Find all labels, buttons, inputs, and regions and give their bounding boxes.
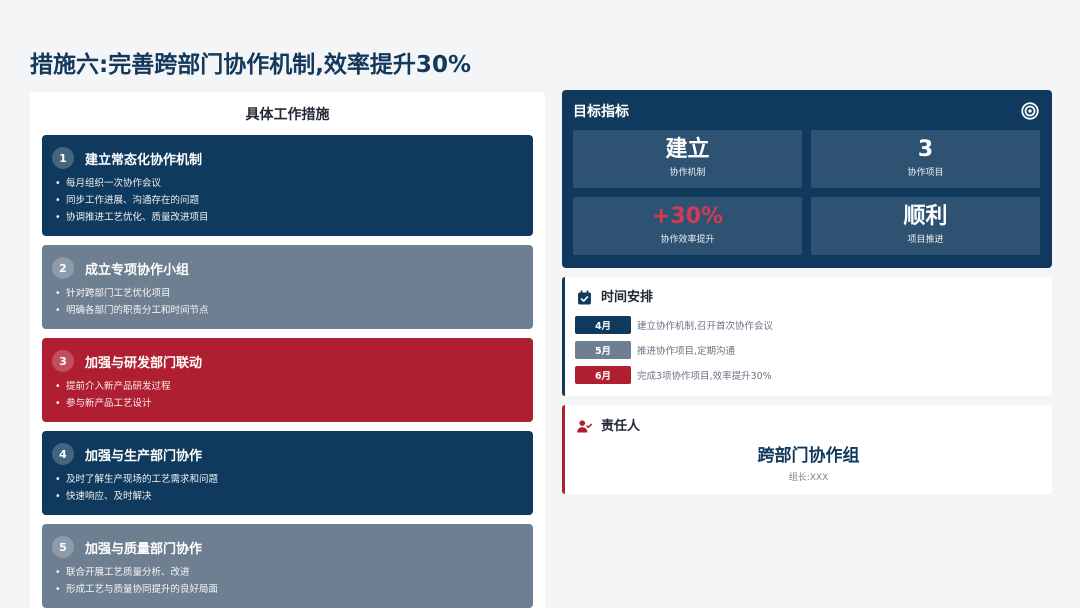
measure-number-badge: 4 (52, 443, 74, 465)
target-tile: 3 协作项目 (811, 130, 1040, 188)
month-badge: 6月 (575, 366, 631, 384)
target-value: +30% (651, 204, 724, 229)
measure-bullet: 提前介入新产品研发过程 (52, 378, 517, 395)
measure-bullet: 协调推进工艺优化、质量改进项目 (52, 209, 517, 226)
measure-bullet-list: 针对跨部门工艺优化项目 明确各部门的职责分工和时间节点 (52, 285, 517, 319)
measure-number-badge: 2 (52, 257, 74, 279)
measure-bullet-list: 每月组织一次协作会议 同步工作进展、沟通存在的问题 协调推进工艺优化、质量改进项… (52, 175, 517, 226)
target-label: 协作机制 (669, 168, 706, 178)
measure-bullet: 及时了解生产现场的工艺需求和问题 (52, 471, 517, 488)
target-value: 顺利 (903, 204, 948, 229)
owner-lead: 组长:XXX (788, 473, 829, 483)
schedule-text: 完成3项协作项目,效率提升30% (637, 371, 772, 382)
target-value: 3 (917, 137, 934, 162)
measure-bullet: 同步工作进展、沟通存在的问题 (52, 192, 517, 209)
measure-bullet-list: 联合开展工艺质量分析、改进 形成工艺与质量协同提升的良好局面 (52, 564, 517, 598)
schedule-text: 建立协作机制,召开首次协作会议 (637, 321, 774, 332)
targets-heading: 目标指标 (573, 104, 629, 120)
measure-card-5: 5 加强与质量部门协作 联合开展工艺质量分析、改进 形成工艺与质量协同提升的良好… (42, 524, 533, 608)
schedule-text: 推进协作项目,定期沟通 (637, 346, 736, 357)
measure-bullet-list: 及时了解生产现场的工艺需求和问题 快速响应、及时解决 (52, 471, 517, 505)
measure-card-1: 1 建立常态化协作机制 每月组织一次协作会议 同步工作进展、沟通存在的问题 协调… (42, 135, 533, 236)
measures-panel: 具体工作措施 1 建立常态化协作机制 每月组织一次协作会议 同步工作进展、沟通存… (30, 92, 545, 608)
measures-heading: 具体工作措施 (245, 107, 330, 123)
calendar-check-icon (577, 290, 592, 305)
measure-bullet: 明确各部门的职责分工和时间节点 (52, 302, 517, 319)
schedule-panel: 时间安排 4月 建立协作机制,召开首次协作会议 5月 推进协作项目,定期沟通 6… (562, 277, 1052, 396)
target-value: 建立 (665, 137, 710, 162)
owner-panel: 责任人 跨部门协作组 组长:XXX (562, 405, 1052, 494)
schedule-row: 4月 建立协作机制,召开首次协作会议 (575, 316, 773, 334)
target-tiles: 建立 协作机制 3 协作项目 +30% 协作效率提升 顺利 项目推进 (573, 130, 1040, 255)
measure-bullet: 快速响应、及时解决 (52, 488, 517, 505)
measure-title: 加强与质量部门协作 (85, 541, 203, 557)
month-badge: 4月 (575, 316, 631, 334)
target-icon (1021, 102, 1039, 120)
measure-card-header: 2 成立专项协作小组 (52, 257, 517, 279)
measure-card-header: 4 加强与生产部门协作 (52, 443, 517, 465)
schedule-row: 5月 推进协作项目,定期沟通 (575, 341, 773, 359)
month-badge: 5月 (575, 341, 631, 359)
measure-card-4: 4 加强与生产部门协作 及时了解生产现场的工艺需求和问题 快速响应、及时解决 (42, 431, 533, 515)
target-label: 协作效率提升 (660, 235, 715, 245)
page-title: 措施六:完善跨部门协作机制,效率提升30% (30, 52, 471, 78)
measure-bullet: 每月组织一次协作会议 (52, 175, 517, 192)
measure-card-3: 3 加强与研发部门联动 提前介入新产品研发过程 参与新产品工艺设计 (42, 338, 533, 422)
measure-list: 1 建立常态化协作机制 每月组织一次协作会议 同步工作进展、沟通存在的问题 协调… (42, 135, 533, 608)
measure-card-header: 3 加强与研发部门联动 (52, 350, 517, 372)
measure-number-badge: 3 (52, 350, 74, 372)
measure-card-header: 5 加强与质量部门协作 (52, 536, 517, 558)
targets-panel: 目标指标 建立 协作机制 3 协作项目 +30% 协作效率提升 顺利 项目推进 (562, 90, 1052, 268)
measure-bullet-list: 提前介入新产品研发过程 参与新产品工艺设计 (52, 378, 517, 412)
target-tile: 建立 协作机制 (573, 130, 802, 188)
user-check-icon (577, 419, 592, 434)
measure-bullet: 参与新产品工艺设计 (52, 395, 517, 412)
measure-bullet: 联合开展工艺质量分析、改进 (52, 564, 517, 581)
owner-name: 跨部门协作组 (757, 446, 860, 466)
measure-card-2: 2 成立专项协作小组 针对跨部门工艺优化项目 明确各部门的职责分工和时间节点 (42, 245, 533, 329)
owner-heading: 责任人 (601, 419, 641, 434)
measure-number-badge: 5 (52, 536, 74, 558)
schedule-heading: 时间安排 (601, 290, 654, 305)
target-label: 协作项目 (907, 168, 944, 178)
measure-title: 加强与生产部门协作 (85, 448, 203, 464)
slide: 措施六:完善跨部门协作机制,效率提升30% 具体工作措施 1 建立常态化协作机制… (0, 0, 1080, 608)
measure-title: 成立专项协作小组 (85, 262, 190, 278)
target-tile: 顺利 项目推进 (811, 197, 1040, 255)
measure-title: 建立常态化协作机制 (85, 152, 203, 168)
measure-title: 加强与研发部门联动 (85, 355, 203, 371)
target-tile: +30% 协作效率提升 (573, 197, 802, 255)
measure-card-header: 1 建立常态化协作机制 (52, 147, 517, 169)
schedule-list: 4月 建立协作机制,召开首次协作会议 5月 推进协作项目,定期沟通 6月 完成3… (575, 316, 773, 384)
measure-number-badge: 1 (52, 147, 74, 169)
measure-bullet: 形成工艺与质量协同提升的良好局面 (52, 581, 517, 598)
target-label: 项目推进 (907, 235, 944, 245)
schedule-row: 6月 完成3项协作项目,效率提升30% (575, 366, 773, 384)
measure-bullet: 针对跨部门工艺优化项目 (52, 285, 517, 302)
